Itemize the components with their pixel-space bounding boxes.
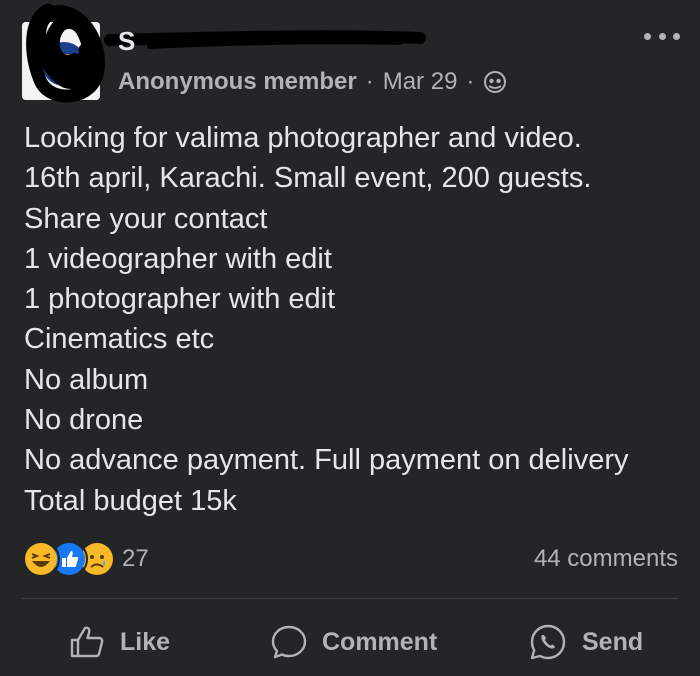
group-name[interactable]: S	[118, 26, 135, 57]
post-line: Looking for valima photographer and vide…	[24, 122, 582, 154]
divider	[22, 598, 678, 599]
post-line: No album	[24, 363, 149, 396]
author-name[interactable]: Anonymous member	[118, 68, 357, 96]
reaction-count: 27	[122, 545, 149, 572]
comment-label: Comment	[322, 627, 438, 656]
redaction-scribble	[26, 3, 426, 103]
post-line: Cinematics etc	[24, 323, 215, 356]
haha-icon	[22, 540, 60, 578]
thumbs-up-icon	[70, 626, 104, 658]
post-line: No advance payment. Full payment on deli…	[24, 444, 629, 477]
more-options-button[interactable]	[644, 28, 680, 44]
post-meta: Anonymous member · Mar 29 ·	[118, 68, 507, 96]
post-line: Share your contact	[24, 202, 268, 235]
whatsapp-icon	[530, 624, 566, 660]
comment-button[interactable]: Comment	[270, 618, 437, 666]
post-line: 1 photographer with edit	[24, 283, 336, 316]
post-header: S Anonymous member · Mar 29 ·	[0, 0, 700, 115]
more-dot-icon	[658, 32, 666, 40]
post-line: 16th april, Karachi. Small event, 200 gu…	[24, 162, 592, 195]
comments-count[interactable]: 44 comments	[534, 545, 678, 573]
post-line: No drone	[24, 404, 144, 437]
more-dot-icon	[644, 32, 651, 40]
like-label: Like	[120, 627, 171, 656]
post-body: Looking for valima photographer and vide…	[24, 118, 684, 521]
reactions-summary[interactable]: 27	[22, 540, 149, 578]
anonymous-icon	[483, 70, 507, 94]
send-label: Send	[582, 627, 644, 656]
meta-separator: ·	[466, 68, 475, 95]
post-line: 1 videographer with edit	[24, 242, 332, 275]
meta-separator: ·	[365, 68, 374, 95]
send-button[interactable]: Send	[528, 618, 643, 666]
post-line: Total budget 15k	[24, 484, 237, 517]
like-button[interactable]: Like	[68, 618, 170, 666]
more-dot-icon	[673, 32, 680, 40]
comment-bubble-icon	[271, 625, 307, 659]
post-date[interactable]: Mar 29	[383, 68, 458, 96]
